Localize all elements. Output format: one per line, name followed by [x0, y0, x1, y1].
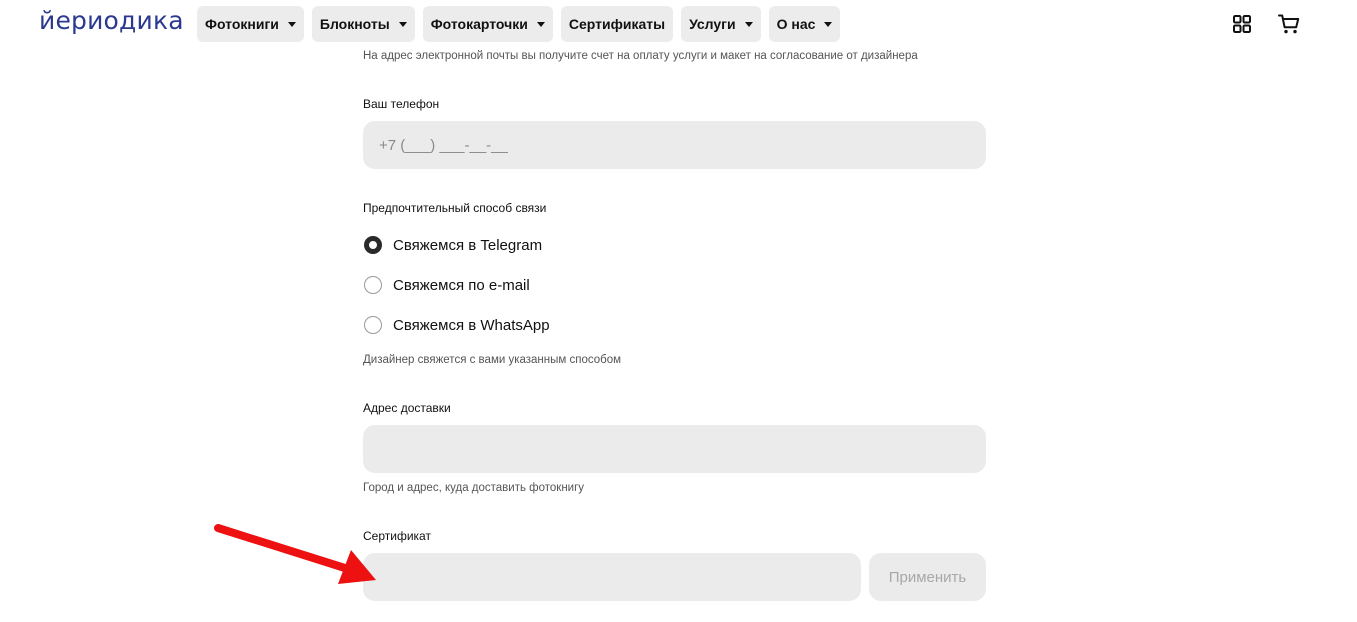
nav-item-photobooks[interactable]: Фотокниги — [197, 6, 304, 42]
address-input[interactable] — [363, 425, 986, 473]
main-nav: Фотокниги Блокноты Фотокарточки Сертифик… — [197, 6, 841, 42]
certificate-input[interactable] — [363, 553, 861, 601]
contact-method-label: Предпочтительный способ связи — [363, 201, 547, 215]
radio-label: Свяжемся в WhatsApp — [393, 316, 550, 334]
nav-item-certificates[interactable]: Сертификаты — [560, 6, 674, 42]
apply-certificate-button[interactable]: Применить — [869, 553, 986, 601]
site-logo[interactable]: йериодика — [39, 6, 184, 35]
radio-unchecked-icon[interactable] — [364, 276, 382, 294]
radio-label: Свяжемся в Telegram — [393, 236, 543, 254]
chevron-down-icon — [824, 22, 833, 27]
phone-input[interactable] — [363, 121, 986, 169]
nav-item-label: Сертификаты — [568, 16, 666, 32]
chevron-down-icon — [287, 22, 296, 27]
email-hint: На адрес электронной почты вы получите с… — [363, 50, 918, 62]
annotation-arrow — [214, 524, 376, 584]
phone-label: Ваш телефон — [363, 97, 440, 111]
order-page: йериодика Фотокниги Блокноты Фотокарточк… — [0, 0, 1357, 622]
site-header: йериодика Фотокниги Блокноты Фотокарточк… — [0, 0, 1357, 48]
address-label: Адрес доставки — [363, 401, 451, 415]
nav-item-label: Фотокарточки — [430, 16, 528, 32]
radio-option-email[interactable]: Свяжемся по e-mail — [364, 274, 530, 296]
nav-item-about[interactable]: О нас — [768, 6, 841, 42]
radio-checked-icon[interactable] — [364, 236, 382, 254]
radio-label: Свяжемся по e-mail — [393, 276, 530, 294]
radio-option-whatsapp[interactable]: Свяжемся в WhatsApp — [364, 314, 550, 336]
certificate-label: Сертификат — [363, 529, 431, 543]
address-hint: Город и адрес, куда доставить фотокнигу — [363, 482, 585, 494]
cart-icon[interactable] — [1277, 12, 1301, 36]
nav-item-notebooks[interactable]: Блокноты — [311, 6, 415, 42]
nav-item-label: О нас — [776, 16, 816, 32]
chevron-down-icon — [536, 22, 545, 27]
contact-method-hint: Дизайнер свяжется с вами указанным спосо… — [363, 354, 622, 366]
radio-option-telegram[interactable]: Свяжемся в Telegram — [364, 234, 542, 256]
nav-item-label: Фотокниги — [205, 16, 279, 32]
nav-item-label: Услуги — [689, 16, 736, 32]
nav-item-label: Блокноты — [319, 16, 390, 32]
nav-item-photocards[interactable]: Фотокарточки — [422, 6, 553, 42]
chevron-down-icon — [744, 22, 753, 27]
chevron-down-icon — [398, 22, 407, 27]
nav-item-services[interactable]: Услуги — [681, 6, 761, 42]
grid-icon[interactable] — [1230, 12, 1254, 36]
radio-unchecked-icon[interactable] — [364, 316, 382, 334]
